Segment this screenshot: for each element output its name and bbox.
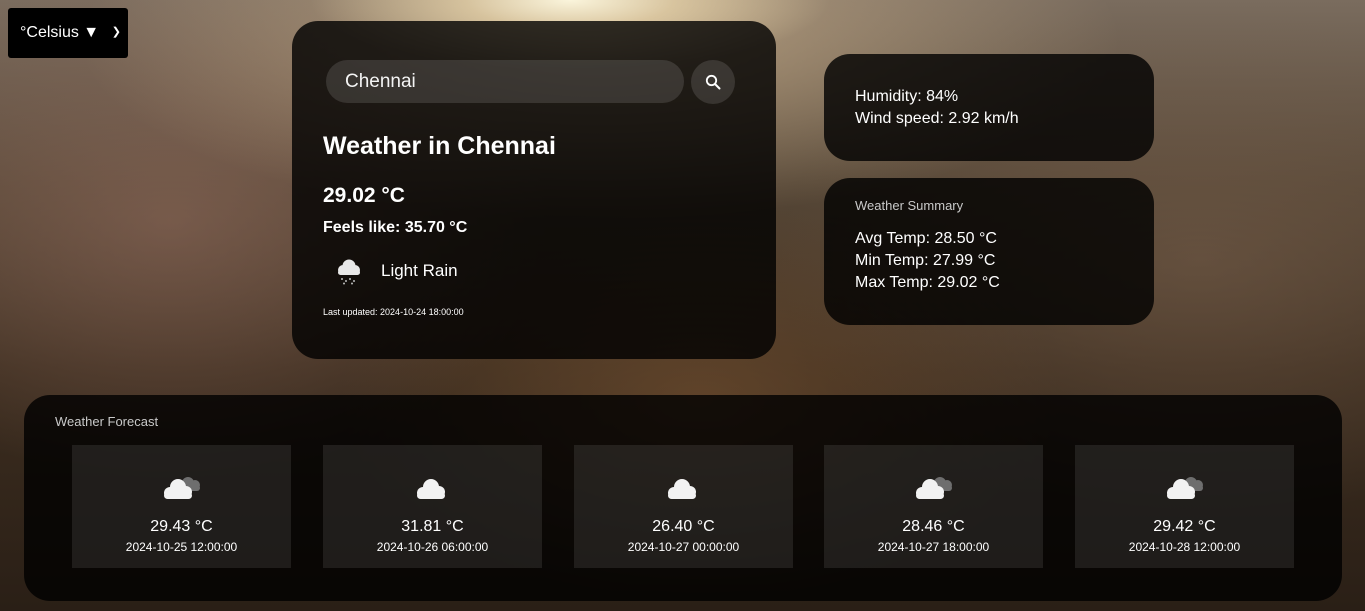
weather-title: Weather in Chennai: [323, 132, 556, 160]
forecast-date: 2024-10-26 06:00:00: [376, 540, 489, 554]
forecast-date: 2024-10-25 12:00:00: [125, 540, 238, 554]
forecast-temp: 29.42 °C: [1153, 518, 1216, 535]
search-icon: [705, 74, 721, 90]
current-weather-card: Chennai Weather in Chennai 29.02 °C Feel…: [292, 21, 776, 359]
wind-speed: Wind speed: 2.92 km/h: [855, 110, 1019, 127]
condition-text: Light Rain: [381, 261, 458, 280]
humidity: Humidity: 84%: [855, 88, 959, 105]
cloud-icon: [417, 479, 445, 499]
forecast-date: 2024-10-27 18:00:00: [877, 540, 990, 554]
cloud-rain-icon: [338, 259, 360, 285]
avg-temp: Avg Temp: 28.50 °C: [855, 230, 997, 247]
forecast-item: 28.46 °C 2024-10-27 18:00:00: [824, 445, 1043, 568]
min-temp: Min Temp: 27.99 °C: [855, 252, 996, 269]
broken-clouds-icon: [916, 477, 952, 499]
forecast-date: 2024-10-27 00:00:00: [627, 540, 740, 554]
forecast-item: 31.81 °C 2024-10-26 06:00:00: [323, 445, 542, 568]
search-input[interactable]: Chennai: [326, 60, 684, 103]
forecast-title: Weather Forecast: [55, 414, 159, 429]
forecast-temp: 26.40 °C: [652, 518, 715, 535]
forecast-temp: 29.43 °C: [150, 518, 213, 535]
forecast-item: 29.43 °C 2024-10-25 12:00:00: [72, 445, 291, 568]
forecast-date: 2024-10-28 12:00:00: [1128, 540, 1241, 554]
forecast-item: 29.42 °C 2024-10-28 12:00:00: [1075, 445, 1294, 568]
forecast-item: 26.40 °C 2024-10-27 00:00:00: [574, 445, 793, 568]
broken-clouds-icon: [164, 477, 200, 499]
cloud-icon: [668, 479, 696, 499]
unit-select-value: °Celsius ▼: [20, 24, 100, 41]
unit-select[interactable]: °Celsius ▼ ❯: [8, 8, 128, 58]
forecast-temp: 28.46 °C: [902, 518, 965, 535]
broken-clouds-icon: [1167, 477, 1203, 499]
max-temp: Max Temp: 29.02 °C: [855, 274, 1000, 291]
chevron-down-icon: ❯: [111, 26, 121, 38]
search-button[interactable]: [691, 60, 735, 104]
humidity-wind-card: Humidity: 84% Wind speed: 2.92 km/h: [824, 54, 1154, 161]
last-updated: Last updated: 2024-10-24 18:00:00: [323, 307, 464, 317]
forecast-temp: 31.81 °C: [401, 518, 464, 535]
current-temperature: 29.02 °C: [323, 184, 405, 207]
weather-summary-card: Weather Summary Avg Temp: 28.50 °C Min T…: [824, 178, 1154, 325]
summary-title: Weather Summary: [855, 198, 964, 213]
feels-like: Feels like: 35.70 °C: [323, 219, 468, 236]
forecast-card: Weather Forecast 29.43 °C 2024-10-25 12:…: [24, 395, 1342, 601]
